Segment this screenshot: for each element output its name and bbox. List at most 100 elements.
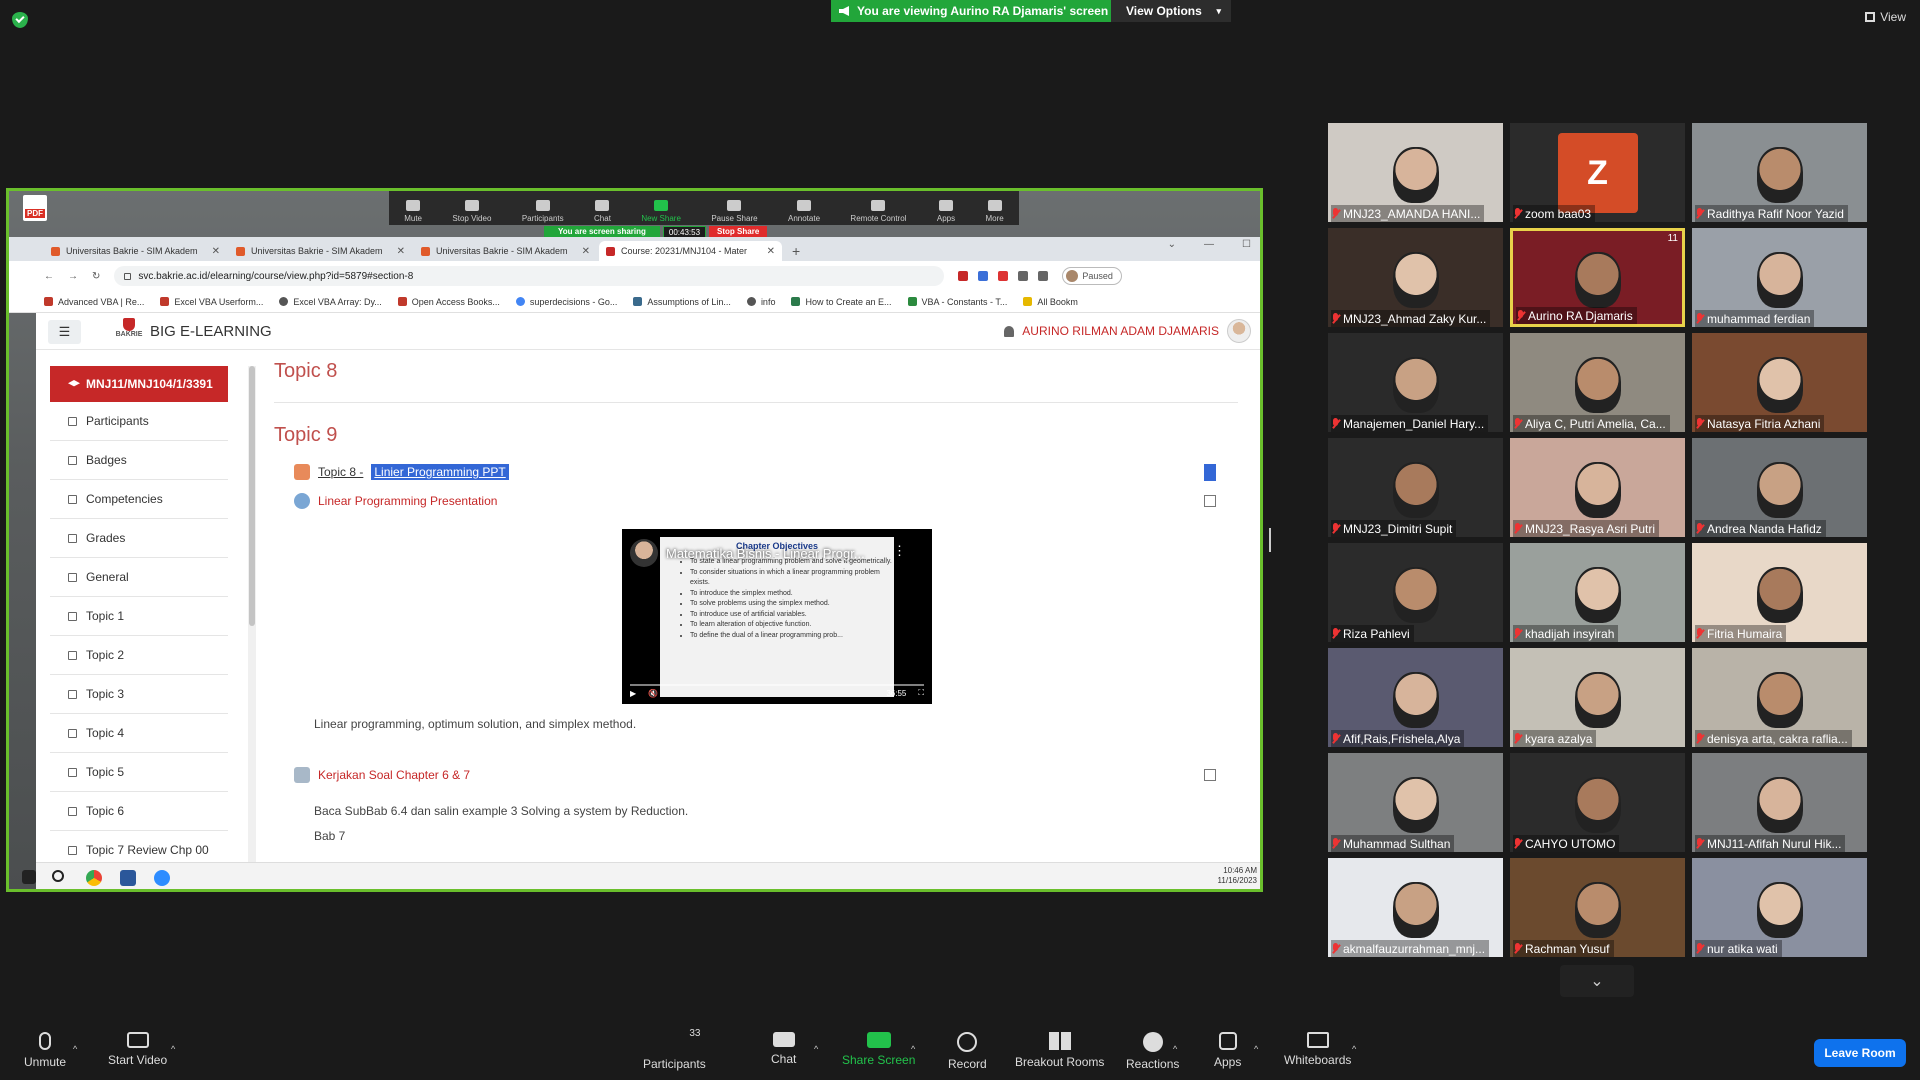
participant-tile[interactable]: Riza Pahlevi: [1328, 543, 1503, 642]
section-title-topic-9[interactable]: Topic 9: [274, 424, 337, 447]
participant-tile[interactable]: muhammad ferdian: [1692, 228, 1867, 327]
close-tab-icon[interactable]: ✕: [767, 246, 775, 257]
start-video-button[interactable]: Start Video: [108, 1032, 167, 1067]
participant-tile[interactable]: Natasya Fitria Azhani: [1692, 333, 1867, 432]
unmute-button[interactable]: Unmute: [24, 1032, 66, 1069]
bookmark-item[interactable]: Excel VBA Array: Dy...: [279, 297, 382, 307]
download-icon[interactable]: [1038, 271, 1049, 281]
participant-tile[interactable]: Manajemen_Daniel Hary...: [1328, 333, 1503, 432]
bookmark-item[interactable]: VBA - Constants - T...: [907, 297, 1007, 307]
avatar[interactable]: [1227, 319, 1251, 343]
view-button[interactable]: View: [1865, 10, 1906, 24]
activity-assignment-link[interactable]: Kerjakan Soal Chapter 6 & 7: [294, 767, 470, 783]
participant-tile[interactable]: Andrea Nanda Hafidz: [1692, 438, 1867, 537]
search-icon[interactable]: [52, 870, 64, 882]
chat-button[interactable]: Chat: [771, 1032, 796, 1066]
activity-presentation-link[interactable]: Linear Programming Presentation: [294, 493, 497, 509]
leave-room-button[interactable]: Leave Room: [1814, 1039, 1906, 1067]
share-toolbar-item[interactable]: Mute: [404, 200, 422, 223]
participant-tile[interactable]: MNJ23_Ahmad Zaky Kur...: [1328, 228, 1503, 327]
completion-checkbox[interactable]: [1204, 769, 1216, 781]
participants-button[interactable]: 33 Participants: [643, 1028, 706, 1071]
bookmark-item[interactable]: Open Access Books...: [397, 297, 500, 307]
participant-tile[interactable]: Radithya Rafif Noor Yazid: [1692, 123, 1867, 222]
audio-options-caret-icon[interactable]: ^: [73, 1044, 77, 1054]
share-toolbar-item[interactable]: More: [986, 200, 1004, 223]
share-options-caret-icon[interactable]: ^: [911, 1044, 915, 1054]
participant-tile[interactable]: MNJ23_AMANDA HANI...: [1328, 123, 1503, 222]
chrome-icon[interactable]: [86, 870, 102, 886]
view-options-button[interactable]: View Options ▾: [1111, 0, 1231, 22]
url-field[interactable]: svc.bakrie.ac.id/elearning/course/view.p…: [114, 266, 945, 286]
participant-tile[interactable]: nur atika wati: [1692, 858, 1867, 957]
course-nav-header[interactable]: MNJ11/MNJ104/1/3391: [50, 366, 228, 402]
nav-item-competencies[interactable]: Competencies: [50, 480, 228, 519]
site-info-icon[interactable]: [124, 272, 132, 280]
nav-item-general[interactable]: General: [50, 558, 228, 597]
more-vertical-icon[interactable]: ⋮: [893, 543, 906, 559]
share-toolbar-item[interactable]: Pause Share: [711, 200, 758, 223]
chat-options-caret-icon[interactable]: ^: [814, 1044, 818, 1054]
close-tab-icon[interactable]: ✕: [397, 246, 405, 257]
minimize-icon[interactable]: —: [1204, 239, 1214, 250]
bookmark-item[interactable]: Advanced VBA | Re...: [44, 297, 144, 307]
participant-tile[interactable]: akmalfauzurrahman_mnj...: [1328, 858, 1503, 957]
browser-tab[interactable]: Universitas Bakrie - SIM Akadem ✕: [44, 241, 227, 261]
split-view-handle[interactable]: [1269, 528, 1271, 552]
site-brand[interactable]: BIG E-LEARNING: [150, 323, 272, 340]
participant-tile[interactable]: denisya arta, cakra raflia...: [1692, 648, 1867, 747]
channel-avatar[interactable]: [630, 539, 658, 567]
extension-icon[interactable]: [958, 271, 969, 281]
reactions-button[interactable]: Reactions: [1126, 1032, 1179, 1071]
close-tab-icon[interactable]: ✕: [212, 246, 220, 257]
share-toolbar-item[interactable]: Stop Video: [452, 200, 491, 223]
system-clock[interactable]: 10:46 AM 11/16/2023: [1218, 866, 1257, 887]
embedded-youtube-video[interactable]: Chapter Objectives To state a linear pro…: [622, 529, 932, 704]
profile-paused-button[interactable]: Paused: [1062, 267, 1122, 285]
drawer-scrollbar[interactable]: [248, 366, 256, 862]
whiteboards-options-caret-icon[interactable]: ^: [1352, 1044, 1356, 1054]
record-button[interactable]: Record: [948, 1032, 987, 1071]
share-toolbar-item[interactable]: Apps: [937, 200, 955, 223]
nav-item-topic-3[interactable]: Topic 3: [50, 675, 228, 714]
menu-toggle-button[interactable]: ☰: [48, 320, 81, 344]
activity-ppt-link[interactable]: Topic 8 - Linier Programming PPT: [294, 464, 509, 480]
share-toolbar-item[interactable]: New Share: [641, 200, 681, 223]
shared-screen[interactable]: PDF Mute Stop Video Participants Chat Ne…: [6, 188, 1263, 892]
word-icon[interactable]: [120, 870, 136, 886]
participant-tile[interactable]: Afif,Rais,Frishela,Alya: [1328, 648, 1503, 747]
video-title-bar[interactable]: Matematika Bisnis - Linear Progr...: [630, 539, 865, 567]
all-bookmarks[interactable]: All Bookm: [1023, 297, 1078, 307]
university-logo[interactable]: BAKRIE: [114, 318, 144, 344]
nav-item-topic-5[interactable]: Topic 5: [50, 753, 228, 792]
participant-tile[interactable]: MNJ23_Rasya Asri Putri: [1510, 438, 1685, 537]
play-icon[interactable]: ▶: [630, 689, 636, 698]
bookmark-item[interactable]: info: [746, 297, 775, 307]
zoom-app-icon[interactable]: [154, 870, 170, 886]
notification-bell-icon[interactable]: [1004, 325, 1015, 337]
breakout-rooms-button[interactable]: Breakout Rooms: [1015, 1032, 1104, 1069]
maximize-icon[interactable]: ☐: [1242, 239, 1251, 250]
nav-item-topic-2[interactable]: Topic 2: [50, 636, 228, 675]
browser-tab[interactable]: Universitas Bakrie - SIM Akadem ✕: [414, 241, 597, 261]
share-toolbar-item[interactable]: Annotate: [788, 200, 820, 223]
apps-button[interactable]: Apps: [1214, 1032, 1241, 1069]
share-toolbar-item[interactable]: Chat: [594, 200, 611, 223]
scrollbar-thumb[interactable]: [249, 366, 255, 626]
gallery-next-page-button[interactable]: ⌄: [1560, 965, 1634, 997]
new-tab-icon[interactable]: +: [784, 243, 808, 261]
forward-icon[interactable]: →: [68, 271, 78, 282]
windows-start-icon[interactable]: [22, 870, 36, 884]
extension-icon[interactable]: [998, 271, 1009, 281]
section-title-topic-8[interactable]: Topic 8: [274, 360, 337, 383]
video-options-caret-icon[interactable]: ^: [171, 1044, 175, 1054]
participant-tile[interactable]: Fitria Humaira: [1692, 543, 1867, 642]
browser-tab-active[interactable]: Course: 20231/MNJ104 - Mater ✕: [599, 241, 782, 261]
nav-item-topic-4[interactable]: Topic 4: [50, 714, 228, 753]
nav-item-participants[interactable]: Participants: [50, 402, 228, 441]
participant-tile[interactable]: Rachman Yusuf: [1510, 858, 1685, 957]
puzzle-icon[interactable]: [1018, 271, 1029, 281]
participant-tile[interactable]: Muhammad Sulthan: [1328, 753, 1503, 852]
completion-checkbox[interactable]: [1204, 495, 1216, 507]
participant-tile[interactable]: MNJ11-Afifah Nurul Hik...: [1692, 753, 1867, 852]
